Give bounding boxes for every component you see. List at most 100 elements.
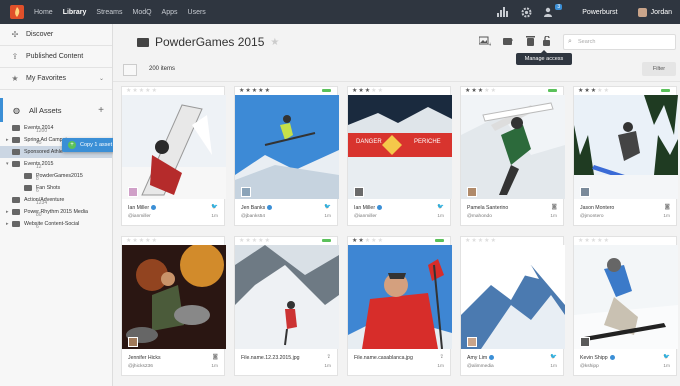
nav-streams[interactable]: Streams bbox=[96, 9, 122, 16]
author-avatar bbox=[467, 337, 477, 347]
verified-icon bbox=[489, 355, 495, 361]
folder-item[interactable]: Action/Adventure 1234 bbox=[0, 194, 112, 206]
folder-item[interactable]: ▸ Website Content-Social 6 bbox=[0, 218, 112, 230]
plus-icon: + bbox=[68, 141, 76, 149]
user-avatar[interactable] bbox=[637, 7, 647, 17]
folder-item[interactable]: ▸ Power Rhythm 2015 Media 80 bbox=[0, 206, 112, 218]
asset-thumbnail[interactable] bbox=[461, 95, 565, 199]
page-title: PowderGames 2015 bbox=[155, 35, 265, 49]
timestamp: 1m bbox=[663, 214, 670, 219]
asset-thumbnail[interactable] bbox=[235, 95, 339, 199]
org-switcher[interactable]: Powerburst bbox=[582, 9, 617, 16]
asset-card[interactable]: ★★★★★ Pamela Santerino @mahondo ◙ 1m bbox=[460, 86, 565, 226]
nav-apps[interactable]: Apps bbox=[162, 9, 178, 16]
author-name[interactable]: Kevin Shipp bbox=[580, 355, 615, 361]
folder-icon bbox=[12, 161, 20, 167]
svg-text:DANGER: DANGER bbox=[356, 139, 382, 145]
upload-icon: ⇪ bbox=[11, 52, 19, 61]
star-rating[interactable]: ★★★★★ bbox=[352, 87, 384, 94]
author-name[interactable]: Ian Miller bbox=[354, 205, 383, 211]
asset-thumbnail[interactable] bbox=[348, 245, 452, 349]
folder-item[interactable]: ▾ Events 2015 12 bbox=[0, 158, 112, 170]
sidebar-item-label: Discover bbox=[26, 31, 54, 38]
favorite-star-icon[interactable]: ★ bbox=[270, 37, 279, 48]
move-folder-icon[interactable]: › bbox=[503, 36, 515, 46]
star-rating[interactable]: ★★★★★ bbox=[352, 237, 384, 244]
add-image-icon[interactable]: + bbox=[478, 36, 492, 48]
nav-modq[interactable]: ModQ bbox=[132, 9, 151, 16]
add-folder-button[interactable]: + bbox=[98, 105, 104, 116]
sidebar-item-discover[interactable]: ✣ Discover bbox=[0, 24, 112, 46]
folder-icon bbox=[24, 173, 32, 179]
compass-icon: ✣ bbox=[11, 30, 19, 39]
notification-badge: 3 bbox=[555, 4, 563, 10]
asset-card[interactable]: ★★★★★ Jennifer Hicks @jhicks236 ◙ 1m bbox=[121, 236, 226, 376]
app-logo-icon[interactable] bbox=[10, 5, 24, 19]
folder-count: 6 bbox=[36, 224, 39, 230]
gear-icon[interactable] bbox=[520, 6, 532, 18]
nav-library[interactable]: Library bbox=[63, 9, 87, 16]
author-name[interactable]: Amy Lim bbox=[467, 355, 495, 361]
select-all-checkbox[interactable] bbox=[123, 64, 137, 76]
sidebar-item-favorites[interactable]: ★ My Favorites ⌄ bbox=[0, 68, 112, 90]
analytics-icon[interactable] bbox=[496, 6, 508, 18]
author-name[interactable]: Jen Banks bbox=[241, 205, 273, 211]
asset-thumbnail[interactable] bbox=[122, 245, 226, 349]
sidebar-item-all-assets[interactable]: ◍ All Assets + bbox=[0, 98, 112, 122]
asset-thumbnail[interactable] bbox=[235, 245, 339, 349]
chevron-down-icon[interactable]: ⌄ bbox=[99, 75, 104, 82]
asset-thumbnail[interactable] bbox=[122, 95, 226, 199]
star-rating[interactable]: ★★★★★ bbox=[578, 87, 610, 94]
asset-card[interactable]: ★★★★★ DANGER PERICHE Ian Miller @ianmiller 🐦 1… bbox=[347, 86, 452, 226]
timestamp: 1m bbox=[550, 364, 557, 369]
author-name[interactable]: Jennifer Hicks bbox=[128, 355, 161, 361]
asset-card[interactable]: ★★★★★ Jen Banks @jbanks54 🐦 1m bbox=[234, 86, 339, 226]
asset-card[interactable]: ★★★★★ Ian Miller @ianmiller 🐦 1m bbox=[121, 86, 226, 226]
asset-card[interactable]: ★★★★★ Amy Lim @alimmedia 🐦 1m bbox=[460, 236, 565, 376]
folder-item[interactable]: Fan Shots 6 bbox=[0, 182, 112, 194]
folder-item[interactable]: PowderGames2015 8 bbox=[0, 170, 112, 182]
author-name[interactable]: Ian Miller bbox=[128, 205, 157, 211]
notifications-icon[interactable]: 3 bbox=[544, 4, 563, 18]
asset-card[interactable]: ★★★★★ Jason Montero @jmontero ◙ 1m bbox=[573, 86, 678, 226]
filter-button[interactable]: Filter bbox=[642, 62, 676, 76]
folder-icon bbox=[12, 197, 20, 203]
search-icon: ⌕ bbox=[568, 38, 572, 45]
search-input[interactable]: ⌕ Search bbox=[563, 34, 676, 50]
star-rating[interactable]: ★★★★★ bbox=[239, 237, 271, 244]
asset-card[interactable]: ★★★★★ Kevin Shipp @kshipp 🐦 1m bbox=[573, 236, 678, 376]
svg-text:+: + bbox=[488, 42, 491, 46]
asset-thumbnail[interactable] bbox=[574, 95, 678, 199]
author-name[interactable]: Pamela Santerino bbox=[467, 205, 508, 211]
folder-item[interactable]: Events 2014 1200 bbox=[0, 122, 112, 134]
author-name[interactable]: Jason Montero bbox=[580, 205, 614, 211]
nav-home[interactable]: Home bbox=[34, 9, 53, 16]
verified-icon bbox=[377, 205, 383, 211]
globe-icon: ◍ bbox=[13, 105, 20, 115]
star-rating[interactable]: ★★★★★ bbox=[126, 237, 158, 244]
star-rating[interactable]: ★★★★★ bbox=[578, 237, 610, 244]
svg-text:›: › bbox=[511, 37, 513, 44]
star-rating[interactable]: ★★★★★ bbox=[465, 237, 497, 244]
nav-users[interactable]: Users bbox=[188, 9, 206, 16]
trash-icon[interactable] bbox=[524, 36, 536, 46]
asset-card[interactable]: ★★★★★ File.name.casablanca.jpg ⇪ 1m bbox=[347, 236, 452, 376]
author-handle: @kshipp bbox=[580, 364, 599, 369]
timestamp: 1m bbox=[550, 214, 557, 219]
star-rating[interactable]: ★★★★★ bbox=[126, 87, 158, 94]
folder-label: Sponsored Athle bbox=[24, 149, 63, 155]
svg-text:PERICHE: PERICHE bbox=[414, 139, 441, 145]
author-name[interactable]: File.name.12.23.2015.jpg bbox=[241, 355, 300, 361]
asset-card[interactable]: ★★★★★ File.name.12.23.2015.jpg ⇪ 1m bbox=[234, 236, 339, 376]
asset-thumbnail[interactable] bbox=[461, 245, 565, 349]
asset-thumbnail[interactable]: DANGER PERICHE bbox=[348, 95, 452, 199]
author-avatar bbox=[128, 187, 138, 197]
star-icon: ★ bbox=[11, 74, 19, 83]
sidebar-item-published[interactable]: ⇪ Published Content bbox=[0, 46, 112, 68]
user-menu[interactable]: Jordan bbox=[651, 9, 672, 16]
author-name[interactable]: File.name.casablanca.jpg bbox=[354, 355, 413, 361]
star-rating[interactable]: ★★★★★ bbox=[239, 87, 271, 94]
asset-thumbnail[interactable] bbox=[574, 245, 678, 349]
star-rating[interactable]: ★★★★★ bbox=[465, 87, 497, 94]
lock-icon[interactable] bbox=[541, 35, 553, 46]
